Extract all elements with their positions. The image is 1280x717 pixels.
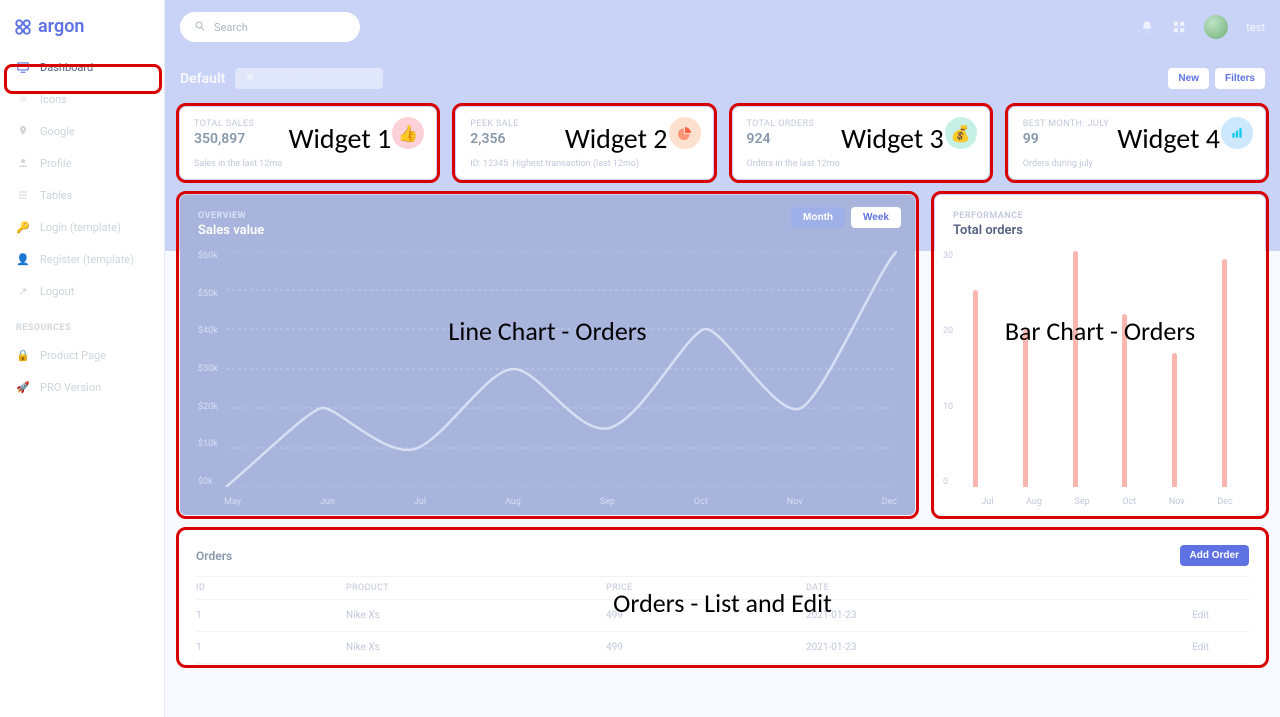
lock-icon: 🔒: [16, 348, 30, 362]
tab-month[interactable]: Month: [791, 207, 845, 228]
user-icon: [16, 156, 30, 170]
edit-link[interactable]: Edit: [1192, 642, 1209, 653]
annotation-label: Widget 2: [565, 121, 668, 156]
avatar[interactable]: [1204, 15, 1228, 39]
sidebar-item-login[interactable]: 🔑 Login (template): [0, 211, 164, 243]
search-placeholder: Search: [214, 21, 248, 34]
breadcrumb-item: Default: [341, 73, 373, 84]
grid-icon[interactable]: [1172, 20, 1186, 34]
nav-heading-resources: RESOURCES: [0, 307, 164, 339]
chart-title: Total orders: [953, 223, 1247, 238]
table-title: Orders: [196, 549, 232, 563]
brand-logo[interactable]: argon: [0, 10, 164, 51]
new-button[interactable]: New: [1168, 68, 1209, 89]
widget-peek-sale: PEEK SALE 2,356 ID: 12345Highest transac…: [456, 107, 712, 179]
bar: [1222, 259, 1227, 487]
search-icon: [194, 20, 206, 35]
sidebar-item-label: Login (template): [40, 221, 121, 234]
widgets-row: TOTAL SALES 350,897 Sales in the last 12…: [165, 107, 1280, 195]
annotation-label: Bar Chart - Orders: [935, 315, 1265, 347]
home-icon: [245, 72, 255, 85]
list-icon: [16, 188, 30, 202]
sidebar-item-label: Register (template): [40, 253, 134, 266]
cell-product: Nike Xs: [346, 642, 606, 653]
sidebar-item-label: Product Page: [40, 349, 106, 362]
chart-sales-value: OVERVIEW Sales value Month Week $60k$50k…: [180, 195, 915, 515]
key-icon: 🔑: [16, 220, 30, 234]
username: test: [1246, 21, 1265, 34]
breadcrumb[interactable]: / Dashboards / Default: [235, 68, 383, 89]
sidebar: argon Dashboard ⚛ Icons Google: [0, 0, 165, 717]
annotation-label: Widget 3: [841, 121, 944, 156]
sidebar-item-label: Profile: [40, 157, 71, 170]
breadcrumb-item: Dashboards: [271, 73, 325, 84]
widget-total-sales: TOTAL SALES 350,897 Sales in the last 12…: [180, 107, 436, 179]
widget-sub: ID: 12345Highest transaction (last 12mo): [470, 159, 698, 169]
table-row: 1Nike Xs4992021-01-23 Edit: [196, 632, 1249, 664]
hand-icon: 👍: [392, 117, 424, 149]
annotation-label: Line Chart - Orders: [180, 315, 915, 347]
nav: Dashboard ⚛ Icons Google Profile: [0, 51, 164, 403]
sidebar-item-label: Logout: [40, 285, 74, 298]
x-axis-labels: MayJunJulAugSepOctNovDec: [224, 497, 897, 507]
breadcrumb-sep: /: [261, 73, 265, 84]
pie-icon: [669, 117, 701, 149]
sidebar-item-label: Tables: [40, 189, 72, 202]
breadcrumb-sep: /: [331, 73, 335, 84]
charts-row: OVERVIEW Sales value Month Week $60k$50k…: [165, 195, 1280, 531]
sidebar-item-pro-version[interactable]: 🚀 PRO Version: [0, 371, 164, 403]
x-axis-labels: JulAugSepOctNovDec: [965, 497, 1249, 507]
widget-sub: Orders during july: [1023, 159, 1251, 169]
pin-icon: [16, 124, 30, 138]
sidebar-item-dashboard[interactable]: Dashboard: [0, 51, 164, 83]
widget-best-month: BEST MONTH: JULY 99 Orders during july W…: [1009, 107, 1265, 179]
sidebar-item-label: Dashboard: [40, 61, 93, 74]
cell-date: 2021-01-23: [806, 642, 1056, 653]
search-input[interactable]: Search: [180, 12, 360, 42]
annotation-label: Widget 1: [289, 121, 392, 156]
bar-chart-canvas: [951, 251, 1249, 487]
brand-text: argon: [38, 16, 84, 37]
sidebar-item-tables[interactable]: Tables: [0, 179, 164, 211]
main: Search test Default / Dashboar: [165, 0, 1280, 717]
brand-icon: [14, 18, 32, 36]
page-header: Default / Dashboards / Default New Filte…: [165, 48, 1280, 101]
sidebar-item-icons[interactable]: ⚛ Icons: [0, 83, 164, 115]
tv-icon: [16, 60, 30, 74]
sidebar-item-register[interactable]: 👤 Register (template): [0, 243, 164, 275]
sidebar-item-profile[interactable]: Profile: [0, 147, 164, 179]
money-icon: 💰: [945, 117, 977, 149]
chart-bar-icon: [1221, 117, 1253, 149]
cell-price: 499: [606, 642, 806, 653]
topbar: Search test: [165, 0, 1280, 48]
widget-total-orders: TOTAL ORDERS 924 Orders in the last 12mo…: [733, 107, 989, 179]
sidebar-item-label: Icons: [40, 93, 67, 106]
line-chart-canvas: [198, 251, 897, 487]
sidebar-item-logout[interactable]: ↗ Logout: [0, 275, 164, 307]
widget-sub: Sales in the last 12mo: [194, 159, 422, 169]
logout-icon: ↗: [16, 284, 30, 298]
bell-icon[interactable]: [1140, 20, 1154, 34]
orders-table: Orders Add Order ID PRODUCT PRICE DATE 1…: [180, 531, 1265, 664]
add-order-button[interactable]: Add Order: [1180, 545, 1249, 566]
rocket-icon: 🚀: [16, 380, 30, 394]
bar: [1172, 353, 1177, 487]
cell-id: 1: [196, 642, 346, 653]
bar: [1023, 330, 1028, 487]
sidebar-item-label: Google: [40, 125, 75, 138]
page-title: Default: [180, 71, 225, 87]
filters-button[interactable]: Filters: [1215, 68, 1265, 89]
annotation-label: Orders - List and Edit: [180, 587, 1265, 619]
bar: [1073, 251, 1078, 487]
sidebar-item-label: PRO Version: [40, 381, 101, 394]
annotation-label: Widget 4: [1117, 121, 1220, 156]
chart-total-orders: PERFORMANCE Total orders 3020100 JulAugS…: [935, 195, 1265, 515]
widget-sub: Orders in the last 12mo: [747, 159, 975, 169]
atom-icon: ⚛: [16, 92, 30, 106]
user-run-icon: 👤: [16, 252, 30, 266]
sidebar-item-google[interactable]: Google: [0, 115, 164, 147]
sidebar-item-product-page[interactable]: 🔒 Product Page: [0, 339, 164, 371]
tab-week[interactable]: Week: [851, 207, 901, 228]
chart-label: PERFORMANCE: [953, 211, 1247, 221]
